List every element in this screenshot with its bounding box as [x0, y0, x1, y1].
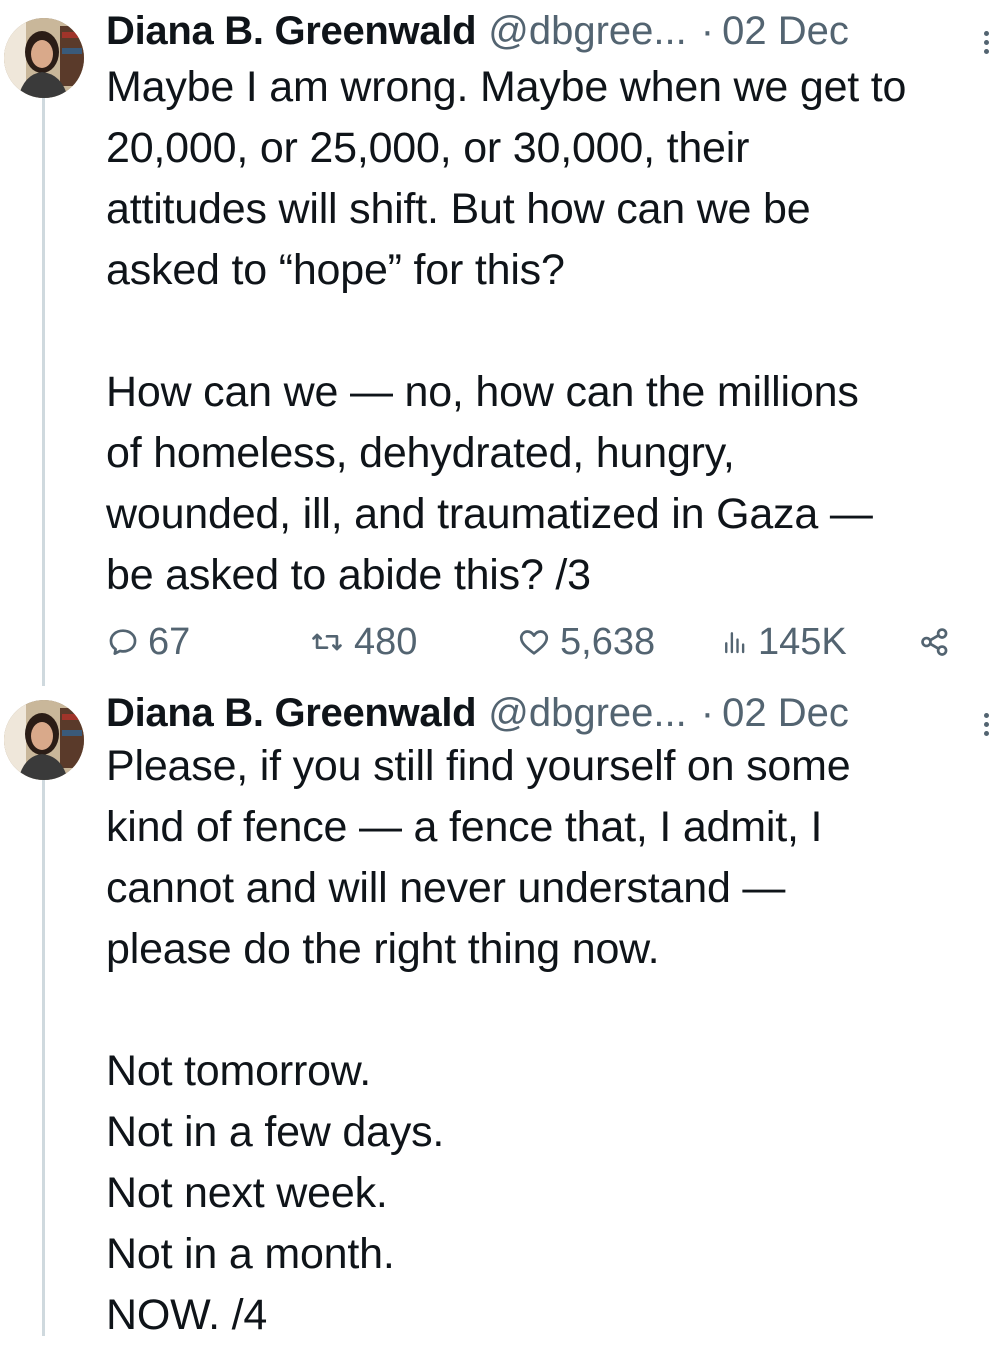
author-handle[interactable]: @dbgree...	[488, 690, 687, 736]
views-button[interactable]: 145K	[720, 617, 847, 667]
text-line: Not tomorrow.	[106, 1047, 372, 1095]
tweet-text: Maybe I am wrong. Maybe when we get to 2…	[106, 57, 986, 606]
heart-icon	[519, 630, 549, 655]
avatar[interactable]	[4, 700, 84, 780]
view-count: 145K	[758, 620, 847, 663]
like-button[interactable]: 5,638	[516, 617, 655, 667]
text-line: Not in a few days.	[106, 1108, 445, 1156]
avatar[interactable]	[4, 18, 84, 98]
text-line: of homeless, dehydrated, hungry,	[106, 429, 735, 477]
text-line: Not next week.	[106, 1169, 388, 1217]
tweet[interactable]: Diana B. Greenwald @dbgree... · 02 Dec M…	[0, 0, 992, 680]
tweet-date[interactable]: 02 Dec	[722, 690, 849, 736]
reply-button[interactable]: 67	[106, 617, 190, 667]
tweet-header: Diana B. Greenwald @dbgree... · 02 Dec	[106, 690, 986, 736]
separator-dot: ·	[700, 691, 715, 735]
tweet-text: Please, if you still find yourself on so…	[106, 736, 986, 1346]
text-line: kind of fence — a fence that, I admit, I	[106, 803, 823, 851]
reply-icon	[109, 629, 137, 655]
tweet-header: Diana B. Greenwald @dbgree... · 02 Dec	[106, 8, 986, 54]
tweet-date[interactable]: 02 Dec	[722, 8, 849, 54]
repost-button[interactable]: 480	[308, 617, 417, 667]
text-line: Not in a month.	[106, 1230, 395, 1278]
tweet[interactable]: Diana B. Greenwald @dbgree... · 02 Dec P…	[0, 682, 992, 1339]
text-line: How can we — no, how can the millions	[106, 368, 859, 416]
text-line: NOW. /4	[106, 1291, 268, 1339]
text-line: wounded, ill, and traumatized in Gaza —	[106, 490, 873, 538]
repost-count: 480	[354, 620, 418, 663]
author-name[interactable]: Diana B. Greenwald	[106, 690, 477, 736]
text-line: attitudes will shift. But how can we be	[106, 185, 811, 233]
separator-dot: ·	[700, 9, 715, 53]
text-line: 20,000, or 25,000, or 30,000, their	[106, 124, 750, 172]
share-icon	[921, 628, 948, 656]
reply-count: 67	[148, 620, 191, 663]
text-line: be asked to abide this? /3	[106, 551, 591, 599]
share-button[interactable]	[918, 617, 952, 667]
author-handle[interactable]: @dbgree...	[488, 8, 687, 54]
like-count: 5,638	[560, 620, 656, 663]
text-line: cannot and will never understand —	[106, 864, 786, 912]
more-icon[interactable]	[980, 28, 992, 58]
text-line: Maybe I am wrong. Maybe when we get to	[106, 63, 907, 111]
repost-icon	[312, 633, 342, 651]
text-line: please do the right thing now.	[106, 925, 660, 973]
text-line: Please, if you still find yourself on so…	[106, 742, 851, 790]
text-line: asked to “hope” for this?	[106, 246, 565, 294]
author-name[interactable]: Diana B. Greenwald	[106, 8, 477, 54]
tweet-actions: 67 480 5,638 145K	[106, 617, 958, 667]
views-icon	[725, 632, 745, 654]
